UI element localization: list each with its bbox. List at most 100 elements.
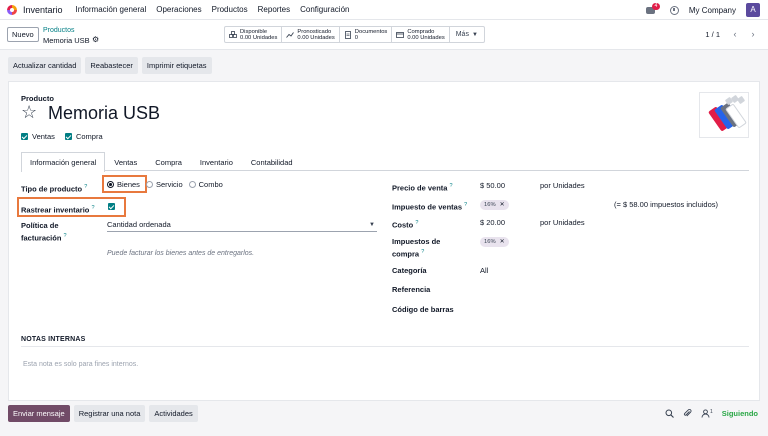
credit-card-icon [396,31,405,38]
menu-productos[interactable]: Productos [212,5,248,14]
messages-icon[interactable]: 4 [645,3,660,15]
radio-icon [145,181,153,188]
cost-unit: por Unidades [540,218,585,227]
product-name-field[interactable]: Memoria USB [48,103,160,123]
app-logo-icon[interactable] [7,4,17,15]
menu-informacion-general[interactable]: Información general [76,5,147,14]
messages-badge: 4 [651,3,660,10]
tag-label: 16% [484,239,496,245]
caret-down-icon: ▼ [369,222,375,228]
star-icon[interactable]: ☆ [21,102,37,122]
stat-disponible[interactable]: Disponible 0.00 Unidades [225,27,283,42]
track-inventory-label: Rastrear inventario ? [21,203,95,216]
label-text: Rastrear inventario [21,205,90,215]
search-icon[interactable] [665,409,674,418]
label-text: Precio de venta [392,183,448,193]
help-icon[interactable]: ? [64,233,67,239]
send-message-button[interactable]: Enviar mensaje [8,405,70,422]
tab-ventas[interactable]: Ventas [105,152,146,171]
more-dropdown[interactable]: Más ▼ [450,27,484,42]
help-icon[interactable]: ? [415,220,418,226]
radio-servicio[interactable]: Servicio [145,180,183,189]
pager: 1 / 1 ‹ › [705,27,760,42]
menu-reportes[interactable]: Reportes [258,5,290,14]
stat-documentos[interactable]: Documentos 0 [340,27,393,42]
activities-button[interactable]: Actividades [149,405,198,422]
new-button[interactable]: Nuevo [7,27,39,42]
action-buttons: Actualizar cantidad Reabastecer Imprimir… [8,57,212,74]
radio-label: Combo [198,180,223,189]
stat-pronosticado[interactable]: Pronosticado 0.00 Unidades [282,27,340,42]
purchase-tax-tag[interactable]: 16% ✕ [480,237,509,247]
track-inventory-checkbox[interactable] [108,203,115,210]
internal-notes-field[interactable]: Esta nota es solo para fines internos. [23,361,138,368]
remove-tag-icon[interactable]: ✕ [500,237,505,247]
purchase-tax-label-2: compra ? [392,247,424,260]
print-labels-button[interactable]: Imprimir etiquetas [141,57,212,74]
smart-buttons: Disponible 0.00 Unidades Pronosticado 0.00… [224,26,485,43]
category-label: Categoría [392,266,427,275]
tab-contabilidad[interactable]: Contabilidad [242,152,302,171]
invoicing-policy-label: Política de [21,221,59,230]
chevron-right-icon[interactable]: › [746,27,760,42]
stat-value: 0.00 Unidades [407,34,445,41]
label-text: Tipo de producto [21,184,83,194]
tab-compra[interactable]: Compra [146,152,191,171]
cost-field[interactable]: $ 20.00 [480,218,505,228]
select-value: Cantidad ordenada [107,220,171,229]
radio-label: Bienes [117,180,140,189]
can-be-sold-checkbox[interactable]: Ventas [21,132,55,141]
chevron-left-icon[interactable]: ‹ [728,27,742,42]
radio-combo[interactable]: Combo [188,180,223,189]
category-field[interactable]: All [480,266,488,276]
log-note-button[interactable]: Registrar una nota [73,405,146,422]
gear-icon[interactable]: ⚙ [92,36,99,44]
product-image[interactable] [699,92,749,138]
avatar[interactable]: A [746,3,760,17]
help-icon[interactable]: ? [421,249,424,255]
label-text: Impuesto de ventas [392,202,463,212]
paperclip-icon[interactable] [683,409,692,418]
menu-configuracion[interactable]: Configuración [300,5,349,14]
sale-price-field[interactable]: $ 50.00 [480,181,505,191]
notebook-tabs: Información general Ventas Compra Invent… [21,152,749,172]
app-name[interactable]: Inventario [23,5,63,15]
remove-tag-icon[interactable]: ✕ [500,200,505,210]
help-icon[interactable]: ? [450,183,453,189]
help-icon[interactable]: ? [91,205,94,211]
tag-label: 16% [484,202,496,208]
invoicing-policy-label-2: facturación ? [21,233,67,243]
sales-tax-tag[interactable]: 16% ✕ [480,200,509,210]
tab-informacion-general[interactable]: Información general [21,152,106,172]
navbar-right: 4 My Company A [645,0,760,20]
menu-operaciones[interactable]: Operaciones [156,5,201,14]
sales-tax-label: Impuesto de ventas ? [392,200,467,213]
update-quantity-button[interactable]: Actualizar cantidad [8,57,82,74]
following-button[interactable]: Siguiendo [722,409,758,418]
checkbox-icon [64,133,72,140]
document-icon [344,30,351,39]
clock-icon[interactable] [669,5,679,15]
invoicing-hint: Puede facturar los bienes antes de entre… [107,250,255,257]
boxes-icon [229,30,237,38]
can-be-purchased-checkbox[interactable]: Compra [64,132,103,141]
divider [21,346,749,347]
chatter-buttons: Enviar mensaje Registrar una nota Activi… [8,405,198,422]
company-switcher[interactable]: My Company [689,6,736,15]
tab-inventario[interactable]: Inventario [191,152,242,171]
help-icon[interactable]: ? [464,202,467,208]
label-text: compra [392,249,420,259]
control-panel: Nuevo Productos Memoria USB ⚙ Disponible… [0,20,768,50]
product-type-radio-group: Bienes Servicio Combo [107,180,223,189]
breadcrumb-parent[interactable]: Productos [43,27,75,34]
radio-bienes[interactable]: Bienes [107,180,140,189]
pager-count[interactable]: 1 / 1 [705,30,720,39]
stat-comprado[interactable]: Comprado 0.00 Unidades [392,27,450,42]
replenish-button[interactable]: Reabastecer [85,57,138,74]
help-icon[interactable]: ? [84,184,87,190]
followers-button[interactable]: 1 [701,409,713,418]
product-flags: Ventas Compra [21,132,103,141]
invoicing-policy-select[interactable]: Cantidad ordenada ▼ [107,220,377,232]
forecast-chart-icon [286,31,295,38]
form-sheet: Producto ☆ Memoria USB Ventas Compra Inf… [8,81,760,401]
